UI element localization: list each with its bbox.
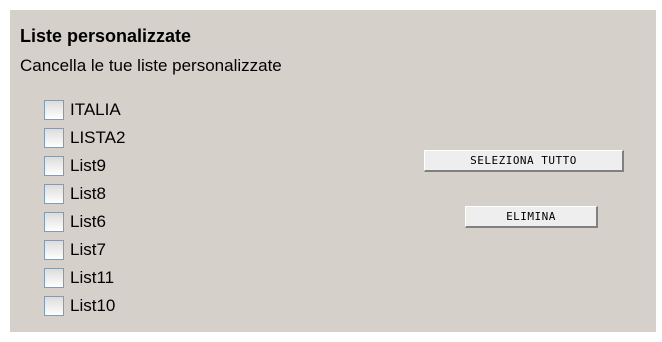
list-item-label: List9 — [70, 156, 106, 175]
list-item-label: List10 — [70, 296, 116, 315]
list-item-label: List6 — [70, 212, 106, 231]
checkbox[interactable] — [44, 268, 64, 288]
custom-lists: ITALIA LISTA2 List9 List8 List6 List7 Li… — [44, 96, 125, 320]
list-item-italia[interactable]: ITALIA — [44, 96, 125, 124]
list-item-label: LISTA2 — [70, 128, 126, 147]
panel-title: Liste personalizzate — [20, 26, 192, 46]
panel-subtitle: Cancella le tue liste personalizzate — [20, 56, 282, 75]
list-item-list8[interactable]: List8 — [44, 180, 125, 208]
custom-lists-panel: Liste personalizzate Cancella le tue lis… — [10, 10, 656, 332]
list-item-label: List8 — [70, 184, 106, 203]
select-all-button[interactable]: SELEZIONA TUTTO — [424, 150, 624, 172]
delete-button[interactable]: ELIMINA — [465, 206, 598, 228]
checkbox[interactable] — [44, 184, 64, 204]
list-item-label: List7 — [70, 240, 106, 259]
list-item-lista2[interactable]: LISTA2 — [44, 124, 125, 152]
list-item-list6[interactable]: List6 — [44, 208, 125, 236]
checkbox[interactable] — [44, 100, 64, 120]
checkbox[interactable] — [44, 296, 64, 316]
checkbox[interactable] — [44, 240, 64, 260]
list-item-list11[interactable]: List11 — [44, 264, 125, 292]
checkbox[interactable] — [44, 156, 64, 176]
checkbox[interactable] — [44, 212, 64, 232]
list-item-list9[interactable]: List9 — [44, 152, 125, 180]
checkbox[interactable] — [44, 128, 64, 148]
list-item-list7[interactable]: List7 — [44, 236, 125, 264]
list-item-label: List11 — [70, 268, 115, 287]
list-item-list10[interactable]: List10 — [44, 292, 125, 320]
list-item-label: ITALIA — [70, 100, 121, 119]
